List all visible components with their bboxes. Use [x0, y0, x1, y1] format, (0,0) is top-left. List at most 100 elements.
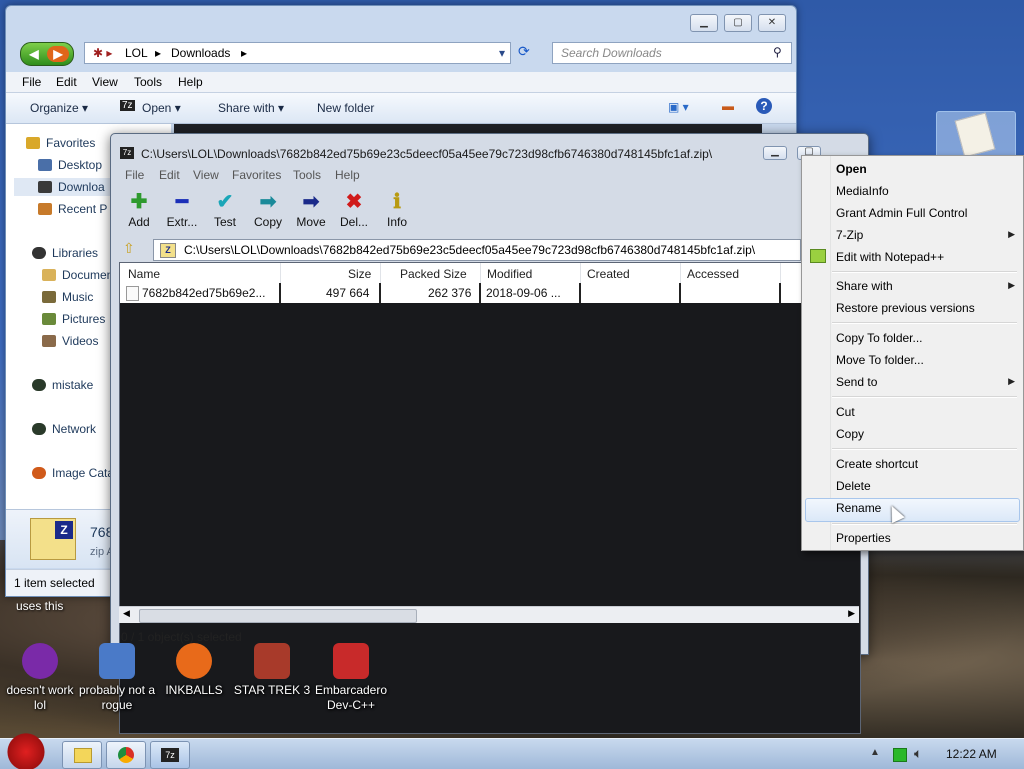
column-created[interactable]: Created	[587, 267, 630, 281]
desktop-icon-rogue[interactable]: probably not a rogue	[77, 643, 157, 713]
7zip-status-text: 0 / 1 object(s) selected	[121, 630, 242, 644]
taskbar-7zip[interactable]: 7z	[150, 741, 190, 769]
menu-item-7zip[interactable]: 7-Zip	[836, 228, 863, 242]
column-packed-size[interactable]: Packed Size	[400, 267, 467, 281]
taskbar-explorer[interactable]	[62, 741, 102, 769]
nav-homegroup[interactable]: mistake	[32, 376, 93, 394]
menu-item-copy[interactable]: Copy	[836, 427, 864, 441]
menu-file[interactable]: File	[22, 75, 41, 89]
breadcrumb-downloads[interactable]: Downloads	[171, 46, 230, 60]
nav-music[interactable]: Music	[42, 288, 93, 306]
menu-item-delete[interactable]: Delete	[836, 479, 871, 493]
menu-item-restore-versions[interactable]: Restore previous versions	[836, 301, 975, 315]
menu-item-send-to[interactable]: Send to	[836, 375, 877, 389]
scroll-left-icon[interactable]: ◀	[123, 608, 130, 619]
column-accessed[interactable]: Accessed	[687, 267, 739, 281]
address-bar[interactable]: ✱ ▸ LOL ▸ Downloads ▸ ▾	[84, 42, 511, 64]
menu-tools[interactable]: Tools	[134, 75, 162, 89]
new-folder-button[interactable]: New folder	[317, 101, 374, 115]
menu-help[interactable]: Help	[178, 75, 203, 89]
nav-pictures[interactable]: Pictures	[42, 310, 105, 328]
delete-button[interactable]: ✖ Del...	[334, 190, 374, 229]
search-icon[interactable]: ⚲	[773, 45, 782, 59]
move-button[interactable]: ➡ Move	[291, 190, 331, 229]
open-button[interactable]: Open ▾	[142, 101, 181, 115]
horizontal-scrollbar[interactable]: ◀ ▶	[119, 606, 859, 623]
back-icon[interactable]: ◀	[23, 46, 45, 62]
column-name[interactable]: Name	[128, 267, 160, 281]
taskbar-chrome[interactable]	[106, 741, 146, 769]
menu-view[interactable]: View	[92, 75, 118, 89]
desktop-file-icon[interactable]	[936, 111, 1016, 161]
menu-item-copy-to-folder[interactable]: Copy To folder...	[836, 331, 923, 345]
7zip-menu-help[interactable]: Help	[335, 168, 360, 182]
scroll-right-icon[interactable]: ▶	[848, 608, 855, 619]
info-button[interactable]: ℹ Info	[377, 190, 417, 229]
extract-button[interactable]: ━ Extr...	[162, 190, 202, 229]
copy-button[interactable]: ➡ Copy	[248, 190, 288, 229]
desktop-icon-devcpp[interactable]: Embarcadero Dev-C++	[311, 643, 391, 713]
taskbar-clock[interactable]: 12:22 AM	[946, 747, 997, 761]
breadcrumb-lol[interactable]: LOL	[125, 46, 148, 60]
search-input[interactable]: Search Downloads ⚲	[552, 42, 792, 64]
network-icon	[32, 423, 46, 435]
7zip-menu-tools[interactable]: Tools	[293, 168, 321, 182]
desktop-icon-star-trek[interactable]: STAR TREK 3	[232, 643, 312, 698]
7zip-path-field[interactable]: Z C:\Users\LOL\Downloads\7682b842ed75b69…	[153, 239, 801, 261]
7zip-menu-file[interactable]: File	[125, 168, 144, 182]
7zip-window-title: C:\Users\LOL\Downloads\7682b842ed75b69e2…	[141, 147, 713, 161]
preview-pane-icon[interactable]: ▬	[722, 99, 734, 113]
minimize-button[interactable]: ▁	[690, 14, 718, 32]
7zip-icon: 7z	[120, 100, 135, 111]
7zip-menu-favorites[interactable]: Favorites	[232, 168, 281, 182]
chevron-down-icon[interactable]: ▾	[499, 46, 505, 60]
table-row[interactable]: 7682b842ed75b69e2... 497 664 262 376 201…	[120, 283, 860, 303]
nav-libraries[interactable]: Libraries	[32, 244, 98, 262]
back-forward-buttons[interactable]: ◀ ▶	[20, 42, 74, 66]
desktop-icon-yahoo[interactable]: doesn't work lol	[0, 643, 80, 713]
nav-favorites[interactable]: Favorites	[26, 134, 95, 152]
menu-item-move-to-folder[interactable]: Move To folder...	[836, 353, 924, 367]
show-hidden-icons-icon[interactable]: ▲	[870, 747, 880, 758]
column-modified[interactable]: Modified	[487, 267, 532, 281]
menu-edit[interactable]: Edit	[56, 75, 77, 89]
column-size[interactable]: Size	[348, 267, 371, 281]
zip-path-icon: Z	[160, 243, 176, 258]
start-button[interactable]	[4, 731, 48, 769]
nav-network[interactable]: Network	[32, 420, 96, 438]
menu-item-share-with[interactable]: Share with	[836, 279, 893, 293]
recent-places-icon	[38, 203, 52, 215]
volume-icon[interactable]: 🔈︎	[914, 745, 922, 762]
test-button[interactable]: ✔ Test	[205, 190, 245, 229]
maximize-button[interactable]: ▢	[724, 14, 752, 32]
menu-item-open[interactable]: Open	[836, 162, 867, 176]
menu-item-edit-notepadpp[interactable]: Edit with Notepad++	[836, 250, 944, 264]
refresh-icon[interactable]: ⟳	[518, 43, 538, 61]
close-button[interactable]: ✕	[758, 14, 786, 32]
desktop-icon-inkballs[interactable]: INKBALLS	[154, 643, 234, 698]
view-options-icon[interactable]: ▣ ▾	[668, 100, 689, 114]
nav-videos[interactable]: Videos	[42, 332, 98, 350]
forward-icon[interactable]: ▶	[47, 46, 69, 62]
7zip-minimize-button[interactable]: ▁	[763, 146, 787, 160]
nav-desktop[interactable]: Desktop	[38, 156, 102, 174]
up-folder-icon[interactable]: ⇧	[123, 240, 143, 258]
menu-item-properties[interactable]: Properties	[836, 531, 891, 545]
add-button[interactable]: ✚ Add	[119, 190, 159, 229]
nav-documents[interactable]: Documen	[42, 266, 113, 284]
tray-network-icon[interactable]	[893, 748, 907, 762]
nav-recent-places[interactable]: Recent P	[38, 200, 107, 218]
scrollbar-thumb[interactable]	[139, 609, 417, 623]
menu-item-mediainfo[interactable]: MediaInfo	[836, 184, 889, 198]
delete-x-icon: ✖	[345, 191, 363, 213]
7zip-menu-edit[interactable]: Edit	[159, 168, 180, 182]
menu-item-create-shortcut[interactable]: Create shortcut	[836, 457, 918, 471]
organize-button[interactable]: Organize ▾	[30, 101, 88, 115]
nav-image-catalog[interactable]: Image Cata	[32, 464, 114, 482]
menu-item-cut[interactable]: Cut	[836, 405, 855, 419]
share-with-button[interactable]: Share with ▾	[218, 101, 284, 115]
menu-item-rename[interactable]: Rename	[836, 501, 881, 515]
7zip-menu-view[interactable]: View	[193, 168, 219, 182]
menu-item-grant-admin[interactable]: Grant Admin Full Control	[836, 206, 967, 220]
help-icon[interactable]: ?	[756, 98, 772, 114]
